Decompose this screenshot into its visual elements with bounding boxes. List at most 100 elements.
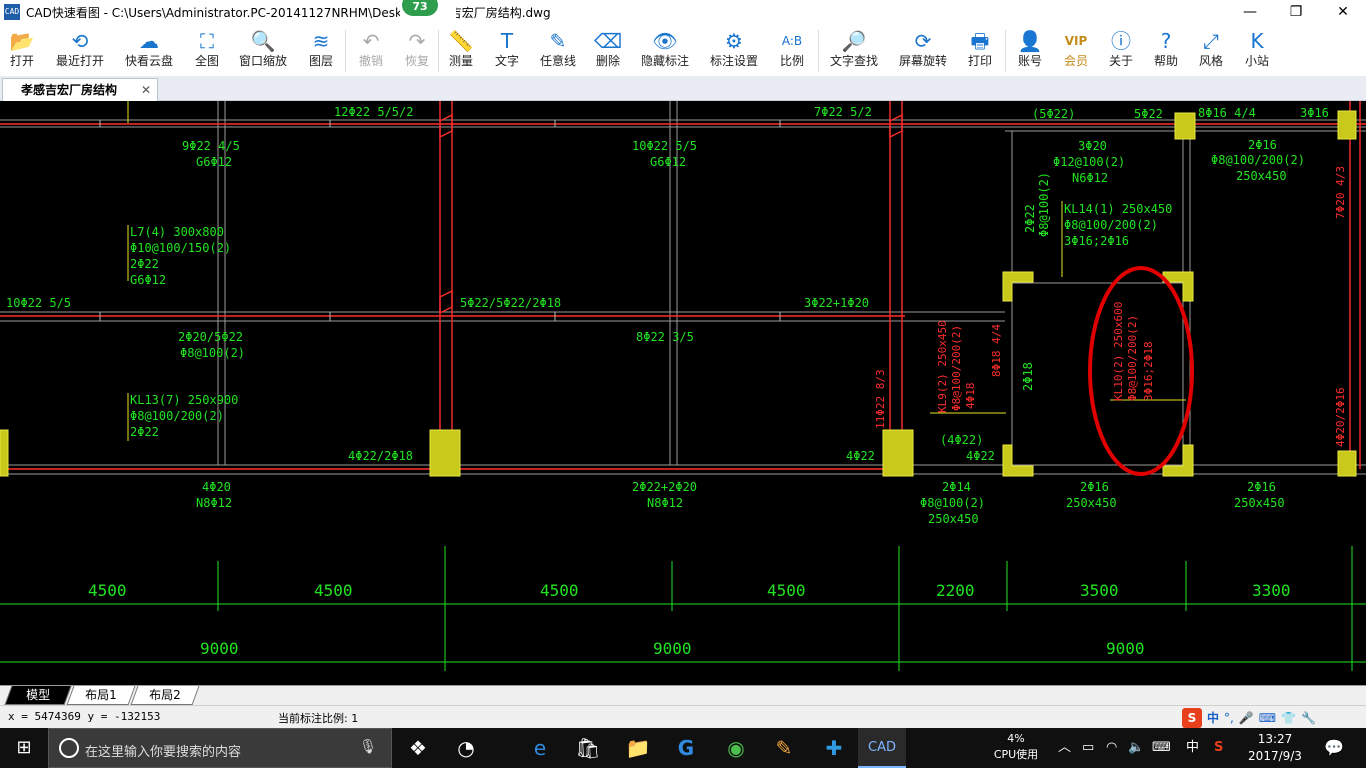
notification-center-icon[interactable]: 💬 [1324, 728, 1344, 768]
close-tab-icon[interactable]: ✕ [141, 79, 151, 101]
ime-indicator[interactable]: 中 [1186, 728, 1199, 768]
taskbar-search[interactable]: 在这里输入你要搜索的内容 🎙 [48, 728, 392, 768]
label-upper-3: 10Φ22 5/5 [632, 139, 697, 153]
label-kl14-2: Φ8@100/200(2) [1064, 218, 1158, 232]
green-app-icon[interactable]: ◉ [712, 728, 760, 768]
label-l7-2: Φ10@100/150(2) [130, 241, 231, 255]
browser-360-icon[interactable]: ◔ [442, 728, 490, 768]
toolbar-separator [438, 30, 439, 72]
start-button[interactable]: ⊞ [0, 728, 48, 768]
toolbar-label: 最近打开 [55, 54, 104, 68]
toolbar-label: 屏幕旋转 [898, 54, 947, 68]
ime-language[interactable]: 中 [1207, 709, 1219, 726]
maximize-button[interactable]: ❐ [1273, 0, 1319, 24]
keyboard-tray-icon[interactable]: ⌨ [1152, 728, 1171, 768]
tab-layout2-label: 布局2 [149, 688, 181, 702]
label-mid-1: 10Φ22 5/5 [6, 296, 71, 310]
keyboard-icon[interactable]: ⌨ [1259, 711, 1276, 725]
volume-icon[interactable]: 🔈 [1128, 728, 1144, 768]
toolbar-cloud-button[interactable]: ☁ 快看云盘 [117, 24, 181, 76]
dim-5: 2200 [936, 581, 975, 600]
toolbar-zoom-window-button[interactable]: 🔍 窗口缩放 [231, 24, 295, 76]
toolbar-label: 全图 [194, 54, 219, 68]
explorer-icon[interactable]: 📁 [614, 728, 662, 768]
toolbar-kk-station-button[interactable]: K 小站 [1225, 24, 1289, 76]
toolbar-label: 窗口缩放 [238, 54, 287, 68]
sogou-tray-icon[interactable]: S [1214, 728, 1223, 768]
toolbar-eye-hidden-button[interactable]: 👁 隐藏标注 [633, 24, 697, 76]
dim-3: 4500 [540, 581, 579, 600]
label-mid-3: 3Φ22+1Φ20 [804, 296, 869, 310]
label-kl14-1: KL14(1) 250x450 [1064, 202, 1172, 216]
minimize-button[interactable]: — [1227, 0, 1273, 24]
store-icon[interactable]: 🛍 [564, 728, 612, 768]
tab-layout2[interactable]: 布局2 [130, 686, 200, 705]
label-upper-9: Φ8@100/200(2) [1211, 153, 1305, 167]
dim-total-3: 9000 [1106, 639, 1145, 658]
label-bot-9: 250x450 [1066, 496, 1117, 510]
battery-icon[interactable]: ▭ [1082, 728, 1094, 768]
vlabel-red-3: 4Φ18 [964, 383, 977, 410]
toolbar-scale-button[interactable]: A:B 比例 [760, 24, 824, 76]
toolbar-fit-all-button[interactable]: ⛶ 全图 [175, 24, 239, 76]
label-l7-3: 2Φ22 [130, 257, 159, 271]
toolbar-history-button[interactable]: ⟲ 最近打开 [48, 24, 112, 76]
task-view-icon[interactable]: ❖ [394, 728, 442, 768]
microphone-icon[interactable]: 🎙 [359, 739, 377, 755]
label-top-beam-1: 12Φ22 5/5/2 [334, 105, 413, 119]
cad-drawing: 12Φ22 5/5/2 7Φ22 5/2 (5Φ22) 5Φ22 8Φ16 4/… [0, 101, 1366, 671]
notes-icon[interactable]: ✎ [760, 728, 808, 768]
notification-badge[interactable]: 73 [402, 0, 438, 16]
windows-taskbar: ⊞ 在这里输入你要搜索的内容 🎙 ❖ ◔ e 🛍 📁 G ◉ ✎ ✚ CAD 4… [0, 728, 1366, 768]
tools-icon[interactable]: 🔧 [1301, 711, 1316, 725]
label-mid-2: 5Φ22/5Φ22/2Φ18 [460, 296, 561, 310]
label-low-1: 4Φ22/2Φ18 [348, 449, 413, 463]
label-bot-3: 2Φ22+2Φ20 [632, 480, 697, 494]
label-top-beam-3: (5Φ22) [1032, 107, 1075, 121]
sogou-logo-icon[interactable]: S [1182, 707, 1202, 728]
dim-1: 4500 [88, 581, 127, 600]
label-bot-11: 250x450 [1234, 496, 1285, 510]
cad-viewer-icon[interactable]: CAD [858, 728, 906, 768]
vlabel-red-10: 4Φ20/2Φ16 [1334, 387, 1347, 447]
toolbar-label: 文字查找 [829, 54, 878, 68]
microphone-icon[interactable]: 🎤 [1239, 711, 1254, 725]
label-kl14-3: 3Φ16;2Φ16 [1064, 234, 1129, 248]
toolbar-settings-button[interactable]: ⚙ 标注设置 [702, 24, 766, 76]
label-bot-6: Φ8@100(2) [920, 496, 985, 510]
label-bot-2: N8Φ12 [196, 496, 232, 510]
label-upper-1: 9Φ22 4/5 [182, 139, 240, 153]
document-tab-bar: 孝感吉宏厂房结构 ✕ [0, 76, 1366, 101]
eye-hidden-icon: 👁 [652, 29, 678, 53]
g-app-icon[interactable]: G [662, 728, 710, 768]
dim-4: 4500 [767, 581, 806, 600]
tab-layout1[interactable]: 布局1 [66, 686, 136, 705]
toolbar-rotate-screen-button[interactable]: ⟳ 屏幕旋转 [891, 24, 955, 76]
label-bot-7: 250x450 [928, 512, 979, 526]
folder-open-icon: 📂 [9, 29, 35, 53]
edge-icon[interactable]: e [516, 728, 564, 768]
wifi-icon[interactable]: ◠ [1106, 728, 1117, 768]
toolbar-folder-open-button[interactable]: 📂 打开 [0, 24, 54, 76]
document-tab[interactable]: 孝感吉宏厂房结构 ✕ [2, 78, 158, 101]
skin-icon[interactable]: 👕 [1281, 711, 1296, 725]
cpu-label: CPU使用 [993, 748, 1039, 761]
drawing-canvas[interactable]: 12Φ22 5/5/2 7Φ22 5/2 (5Φ22) 5Φ22 8Φ16 4/… [0, 101, 1366, 685]
ime-toolbar[interactable]: S 中 °, 🎤 ⌨ 👕 🔧 [1182, 707, 1316, 728]
label-upper-2: G6Φ12 [196, 155, 232, 169]
toolbar-text-search-button[interactable]: 🔎 文字查找 [822, 24, 886, 76]
cpu-monitor[interactable]: 4% CPU使用 [984, 731, 1048, 763]
tray-overflow-icon[interactable]: ︿ [1058, 728, 1071, 768]
ime-punctuation[interactable]: °, [1224, 711, 1234, 725]
plus-app-icon[interactable]: ✚ [810, 728, 858, 768]
app-logo-icon: CAD [4, 4, 20, 20]
dimension-texts: 4500 4500 4500 4500 2200 3500 3300 9000 … [88, 581, 1291, 658]
clock[interactable]: 13:27 2017/9/3 [1240, 731, 1310, 765]
vlabel-red-8: 3Φ16;2Φ18 [1142, 341, 1155, 401]
close-button[interactable]: ✕ [1320, 0, 1366, 24]
toolbar-eraser-button[interactable]: ⌫ 删除 [576, 24, 640, 76]
vlabel-green-1: 2Φ22 [1023, 204, 1037, 233]
dim-total-2: 9000 [653, 639, 692, 658]
tab-model[interactable]: 模型 [4, 686, 72, 705]
toolbar-label: 标注设置 [709, 54, 758, 68]
